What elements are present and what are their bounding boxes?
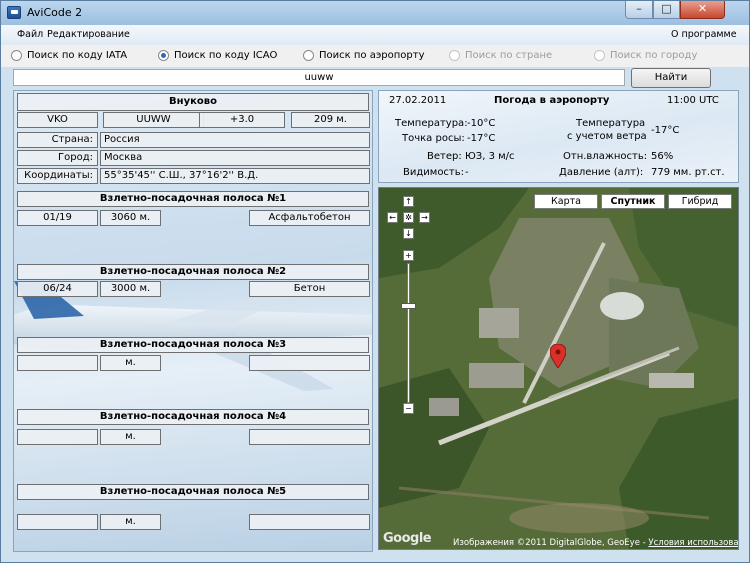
runway-1-surface: Асфальтобетон xyxy=(249,210,370,226)
visibility-label: Видимость: xyxy=(403,167,465,178)
satellite-map[interactable]: Карта Спутник Гибрид ↑ ← ✲ → ↓ + − Googl… xyxy=(378,187,739,550)
radio-label: Поиск по городу xyxy=(610,50,698,61)
search-button[interactable]: Найти xyxy=(631,68,711,88)
temperature-label: Температура: xyxy=(395,118,468,129)
city-value: Москва xyxy=(100,150,370,166)
feels-like-label-1: Температура xyxy=(576,118,646,129)
runway-3-surface xyxy=(249,355,370,371)
zoom-slider-handle[interactable] xyxy=(401,303,416,309)
zoom-out-button[interactable]: − xyxy=(403,403,414,414)
runway-4-title: Взлетно-посадочная полоса №4 xyxy=(17,409,369,425)
temperature-value: -10°C xyxy=(467,118,496,129)
search-mode-group: Поиск по коду IATA Поиск по коду ICAO По… xyxy=(1,45,749,67)
zoom-in-button[interactable]: + xyxy=(403,250,414,261)
runway-3-title: Взлетно-посадочная полоса №3 xyxy=(17,337,369,353)
radio-label: Поиск по коду IATA xyxy=(27,50,128,61)
map-copyright: Изображения ©2011 DigitalGlobe, GeoEye -… xyxy=(453,538,738,548)
airport-info-panel: Внуково VKO UUWW +3.0 209 м. Страна: Рос… xyxy=(13,90,373,552)
pan-right-icon[interactable]: → xyxy=(419,212,430,223)
coords-value: 55°35'45'' С.Ш., 37°16'2'' В.Д. xyxy=(100,168,370,184)
menu-edit[interactable]: Редактирование xyxy=(47,29,130,40)
pressure-value: 779 мм. рт.ст. xyxy=(651,167,725,178)
runway-3-heading xyxy=(17,355,98,371)
runway-5-surface xyxy=(249,514,370,530)
menu-about[interactable]: О программе xyxy=(671,29,737,40)
menu-file[interactable]: Файл xyxy=(17,29,43,40)
feels-like-value: -17°C xyxy=(651,125,680,136)
radio-city: Поиск по городу xyxy=(594,50,697,61)
app-icon xyxy=(7,6,21,19)
runway-5-title: Взлетно-посадочная полоса №5 xyxy=(17,484,369,500)
pan-up-icon[interactable]: ↑ xyxy=(403,196,414,207)
radio-circle xyxy=(158,50,169,61)
city-label: Город: xyxy=(17,150,98,166)
radio-circle xyxy=(303,50,314,61)
weather-title: Погода в аэропорту xyxy=(494,95,610,106)
radio-circle xyxy=(449,50,460,61)
runway-5-length: м. xyxy=(100,514,161,530)
dew-point-label: Точка росы: xyxy=(402,133,465,144)
radio-label: Поиск по аэропорту xyxy=(319,50,425,61)
location-marker-icon[interactable] xyxy=(550,344,566,368)
wind-label: Ветер: xyxy=(427,151,462,162)
minimize-button[interactable]: – xyxy=(625,1,653,19)
radio-country: Поиск по стране xyxy=(449,50,552,61)
runway-2-heading: 06/24 xyxy=(17,281,98,297)
window-title: AviCode 2 xyxy=(27,6,83,19)
weather-time: 11:00 UTC xyxy=(667,95,719,106)
runway-1-heading: 01/19 xyxy=(17,210,98,226)
airport-name: Внуково xyxy=(17,93,369,111)
google-logo: Google xyxy=(383,531,432,546)
runway-4-length: м. xyxy=(100,429,161,445)
dew-point-value: -17°C xyxy=(467,133,496,144)
runway-2-surface: Бетон xyxy=(249,281,370,297)
runway-4-surface xyxy=(249,429,370,445)
runway-2-title: Взлетно-посадочная полоса №2 xyxy=(17,264,369,280)
weather-date: 27.02.2011 xyxy=(389,95,447,106)
radio-airport[interactable]: Поиск по аэропорту xyxy=(303,50,425,61)
country-label: Страна: xyxy=(17,132,98,148)
wind-value: ЮЗ, 3 м/с xyxy=(465,151,515,162)
runway-4-heading xyxy=(17,429,98,445)
pressure-label: Давление (алт): xyxy=(559,167,644,178)
map-type-map[interactable]: Карта xyxy=(534,194,598,209)
maximize-button[interactable]: □ xyxy=(653,1,680,19)
humidity-label: Отн.влажность: xyxy=(563,151,648,162)
map-type-hybrid[interactable]: Гибрид xyxy=(668,194,732,209)
runway-1-title: Взлетно-посадочная полоса №1 xyxy=(17,191,369,207)
utc-offset: +3.0 xyxy=(199,112,285,128)
zoom-slider-track[interactable] xyxy=(407,263,410,403)
visibility-value: - xyxy=(465,167,469,178)
satellite-imagery xyxy=(379,188,738,549)
menu-bar: Файл Редактирование О программе xyxy=(1,25,749,45)
map-type-satellite[interactable]: Спутник xyxy=(601,194,665,209)
radio-circle xyxy=(11,50,22,61)
coords-label: Координаты: xyxy=(17,168,98,184)
radio-iata[interactable]: Поиск по коду IATA xyxy=(11,50,127,61)
pan-down-icon[interactable]: ↓ xyxy=(403,228,414,239)
feels-like-label-2: с учетом ветра xyxy=(567,131,647,142)
close-button[interactable]: ✕ xyxy=(680,1,725,19)
runway-3-length: м. xyxy=(100,355,161,371)
runway-1-length: 3060 м. xyxy=(100,210,161,226)
iata-code: VKO xyxy=(17,112,98,128)
pan-left-icon[interactable]: ← xyxy=(387,212,398,223)
radio-label: Поиск по стране xyxy=(465,50,553,61)
weather-panel: 27.02.2011 Погода в аэропорту 11:00 UTC … xyxy=(378,90,739,183)
icao-code: UUWW xyxy=(103,112,204,128)
runway-2-length: 3000 м. xyxy=(100,281,161,297)
search-input[interactable] xyxy=(13,69,625,86)
terms-link[interactable]: Условия использования xyxy=(648,538,738,548)
copyright-text: Изображения ©2011 DigitalGlobe, GeoEye - xyxy=(453,538,649,548)
runway-5-heading xyxy=(17,514,98,530)
pan-center-icon[interactable]: ✲ xyxy=(403,212,414,223)
elevation: 209 м. xyxy=(291,112,370,128)
country-value: Россия xyxy=(100,132,370,148)
app-window: AviCode 2 – □ ✕ Файл Редактирование О пр… xyxy=(0,0,750,563)
radio-icao[interactable]: Поиск по коду ICAO xyxy=(158,50,277,61)
radio-label: Поиск по коду ICAO xyxy=(174,50,278,61)
radio-circle xyxy=(594,50,605,61)
humidity-value: 56% xyxy=(651,151,674,162)
